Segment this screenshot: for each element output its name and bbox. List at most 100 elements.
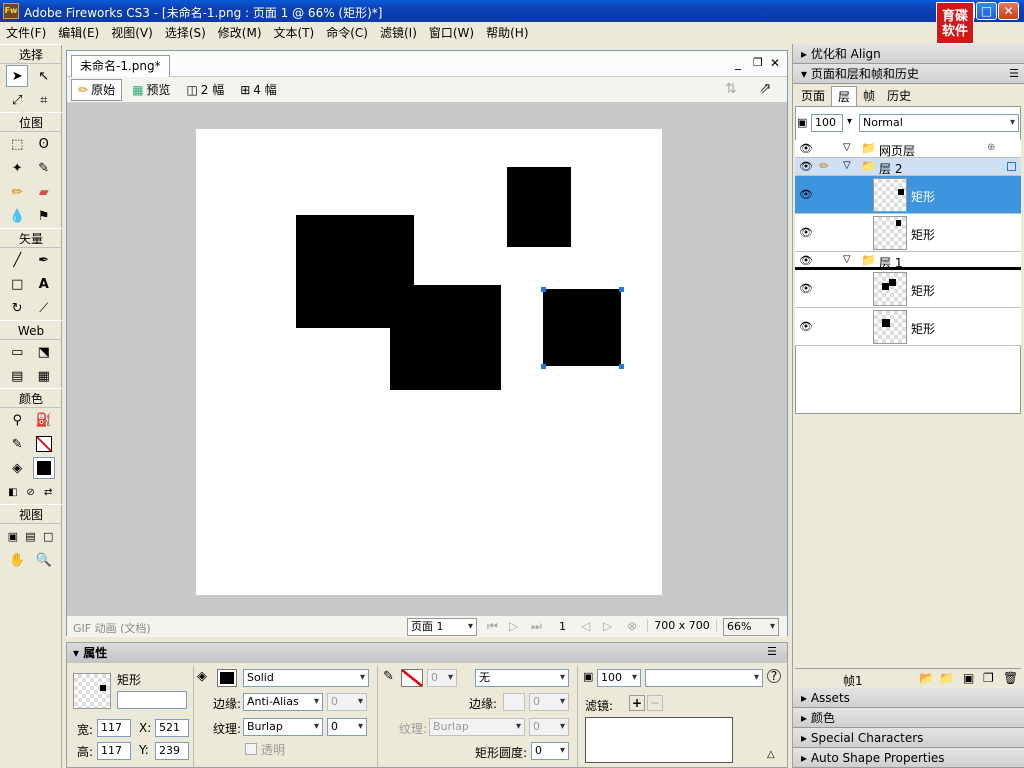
swap-colors-icon[interactable]: ⇄ xyxy=(39,481,57,503)
eye-icon[interactable]: 👁 xyxy=(799,320,813,333)
doc-close-icon[interactable]: ✕ xyxy=(770,56,780,70)
menu-edit[interactable]: 编辑(E) xyxy=(52,22,105,44)
fill-type-select[interactable]: Solid xyxy=(243,669,369,687)
trash-icon[interactable]: 🗑 xyxy=(1003,671,1018,685)
menu-file[interactable]: 文件(F) xyxy=(0,22,52,44)
hand-tool-icon[interactable]: ✋ xyxy=(6,549,28,571)
fill-color-swatch[interactable] xyxy=(32,457,55,479)
canvas[interactable] xyxy=(196,129,662,595)
no-color-icon[interactable]: ⊘ xyxy=(22,481,40,503)
play-icon[interactable]: ▷ xyxy=(509,619,518,633)
selection-handle-tl[interactable] xyxy=(541,287,546,292)
rectangle-shape-selected[interactable] xyxy=(543,289,621,366)
show-slices-icon[interactable]: ▦ xyxy=(33,365,55,387)
layer-row-layer1[interactable]: 👁 ▽ 📁 层 1 xyxy=(795,252,1021,270)
lasso-tool-icon[interactable]: ʘ xyxy=(33,133,55,155)
stroke-type-select[interactable]: 无 xyxy=(475,669,569,687)
tab-frames[interactable]: 帧 xyxy=(857,86,881,106)
menu-select[interactable]: 选择(S) xyxy=(159,22,212,44)
freeform-tool-icon[interactable]: ↻ xyxy=(6,297,28,319)
new-folder-icon[interactable]: 📁 xyxy=(939,671,954,685)
object-name-input[interactable] xyxy=(117,691,187,709)
paint-bucket-tool-icon[interactable]: ⛽ xyxy=(33,409,55,431)
eye-icon[interactable]: 👁 xyxy=(799,282,813,295)
rectangle-tool-icon[interactable]: □ xyxy=(6,273,28,295)
tab-layers[interactable]: 层 xyxy=(831,86,858,106)
line-tool-icon[interactable]: ╱ xyxy=(6,249,28,271)
stroke-edge-slider[interactable] xyxy=(503,693,525,711)
expand-arrow-icon[interactable]: ▽ xyxy=(843,254,851,265)
help-icon[interactable]: ? xyxy=(767,669,781,683)
subselect-tool-icon[interactable]: ↖ xyxy=(33,65,55,87)
blur-tool-icon[interactable]: 💧 xyxy=(6,205,28,227)
menu-filters[interactable]: 滤镜(I) xyxy=(374,22,423,44)
stroke-color-icon[interactable]: ✎ xyxy=(6,433,28,455)
layer-row-layer2[interactable]: 👁 ✏ ▽ 📁 层 2 xyxy=(795,158,1021,176)
view-2up-button[interactable]: ◫ 2 幅 xyxy=(180,79,230,101)
brush-tool-icon[interactable]: ✎ xyxy=(33,157,55,179)
stroke-texture-select[interactable]: Burlap xyxy=(429,718,525,736)
menu-help[interactable]: 帮助(H) xyxy=(480,22,534,44)
stroke-color-swatch-props[interactable] xyxy=(401,669,423,687)
hotspot-tool-icon[interactable]: ▭ xyxy=(6,341,28,363)
layers-panel-header[interactable]: ▾ 页面和层和帧和历史 ☰ xyxy=(793,64,1024,84)
stroke-color-swatch[interactable] xyxy=(33,433,55,455)
eye-icon[interactable]: 👁 xyxy=(799,226,813,239)
auto-shape-panel-header[interactable]: ▸ Auto Shape Properties xyxy=(793,748,1024,768)
menu-commands[interactable]: 命令(C) xyxy=(320,22,374,44)
y-input[interactable]: 239 xyxy=(155,742,189,760)
text-tool-icon[interactable]: A xyxy=(33,273,55,295)
rectangle-shape-middle[interactable] xyxy=(390,285,501,390)
quick-export-icon[interactable]: ⇅ xyxy=(725,81,737,97)
width-input[interactable]: 117 xyxy=(97,719,131,737)
edit-pencil-icon[interactable]: ✏ xyxy=(819,159,829,173)
pointer-tool-icon[interactable]: ➤ xyxy=(6,65,29,87)
props-menu-icon[interactable]: ☰ xyxy=(767,645,777,658)
texture-amount[interactable]: 0 xyxy=(327,718,367,736)
marquee-tool-icon[interactable]: ⬚ xyxy=(6,133,28,155)
menu-view[interactable]: 视图(V) xyxy=(105,22,159,44)
object-row-selected[interactable]: 👁 矩形 xyxy=(795,176,1021,214)
assets-panel-header[interactable]: ▸ Assets xyxy=(793,688,1024,708)
rubber-stamp-tool-icon[interactable]: ⚑ xyxy=(33,205,55,227)
x-input[interactable]: 521 xyxy=(155,719,189,737)
prev-frame-icon[interactable]: ◁ xyxy=(581,619,590,633)
selection-handle-tr[interactable] xyxy=(619,287,624,292)
duplicate-layer-icon[interactable]: ❐ xyxy=(983,671,994,685)
properties-header[interactable]: ▾ 属性 xyxy=(67,643,787,663)
document-tab[interactable]: 未命名-1.png* xyxy=(71,55,170,77)
object-row[interactable]: 👁 矩形 xyxy=(795,214,1021,252)
eye-icon[interactable]: 👁 xyxy=(799,142,813,155)
view-original-button[interactable]: ✏ 原始 xyxy=(71,78,123,101)
pen-tool-icon[interactable]: ✒ xyxy=(33,249,55,271)
add-filter-button[interactable]: + xyxy=(629,695,645,711)
view-4up-button[interactable]: ⊞ 4 幅 xyxy=(234,79,283,101)
knife-tool-icon[interactable]: ⟋ xyxy=(33,297,55,319)
pencil-tool-icon[interactable]: ✏ xyxy=(6,181,28,203)
fill-color-icon[interactable]: ◈ xyxy=(6,457,28,479)
object-row[interactable]: 👁 矩形 xyxy=(795,308,1021,346)
full-screen-menu-icon[interactable]: ▤ xyxy=(22,525,40,547)
first-frame-icon[interactable]: ⏮ xyxy=(487,619,498,634)
crop-tool-icon[interactable]: ⌗ xyxy=(33,89,55,111)
last-frame-icon[interactable]: ⏭ xyxy=(531,619,542,634)
texture-select[interactable]: Burlap xyxy=(243,718,323,736)
scale-tool-icon[interactable]: ⤢ xyxy=(6,89,28,111)
roundness-input[interactable]: 0 xyxy=(531,742,569,760)
layer-row-web[interactable]: 👁 ▽ 📁 网页层 ⊕ xyxy=(795,140,1021,158)
default-colors-icon[interactable]: ◧ xyxy=(4,481,22,503)
stop-icon[interactable]: ⊗ xyxy=(627,619,637,633)
eyedropper-tool-icon[interactable]: ⚲ xyxy=(6,409,28,431)
rectangle-shape-top-right[interactable] xyxy=(507,167,571,247)
full-screen-icon[interactable]: □ xyxy=(39,525,57,547)
stroke-size[interactable]: 0 xyxy=(427,669,457,687)
height-input[interactable]: 117 xyxy=(97,742,131,760)
eraser-tool-icon[interactable]: ▰ xyxy=(33,181,55,203)
panel-menu-icon[interactable]: ☰ xyxy=(1009,64,1019,84)
special-characters-panel-header[interactable]: ▸ Special Characters xyxy=(793,728,1024,748)
tab-history[interactable]: 历史 xyxy=(881,86,917,106)
standard-screen-icon[interactable]: ▣ xyxy=(4,525,22,547)
doc-restore-icon[interactable]: ❐ xyxy=(753,56,763,69)
doc-minimize-icon[interactable]: _ xyxy=(735,56,741,70)
menu-text[interactable]: 文本(T) xyxy=(268,22,321,44)
